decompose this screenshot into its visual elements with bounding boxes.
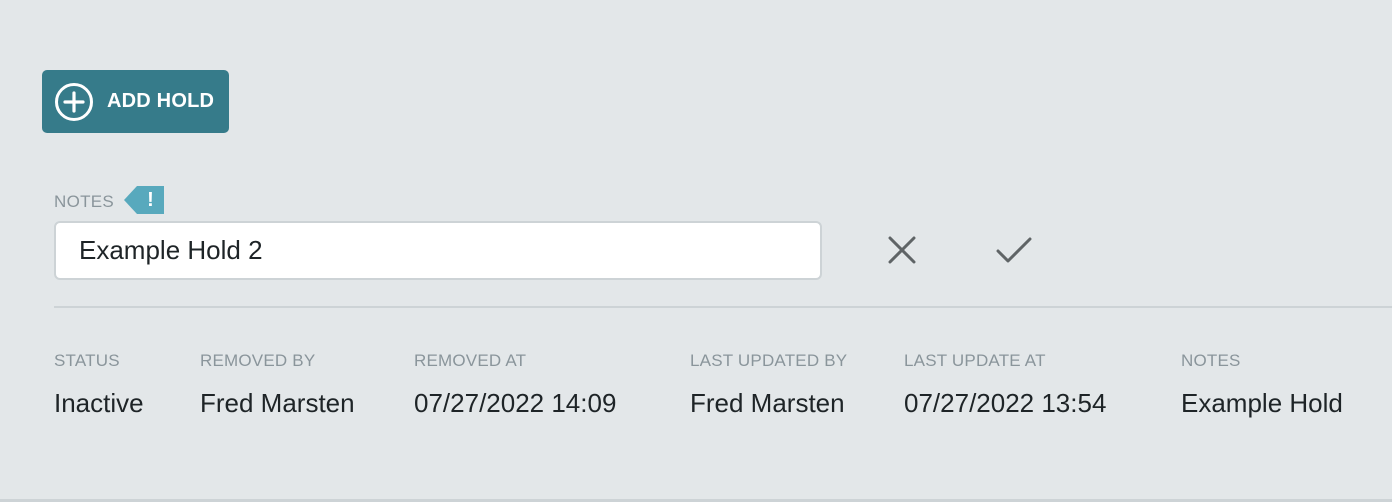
notes-column-label: NOTES: [1181, 351, 1241, 370]
notes-column: NOTES Example Hold: [1181, 351, 1343, 419]
checkmark-icon: [996, 237, 1032, 263]
notes-column-value: Example Hold: [1181, 388, 1343, 418]
confirm-edit-button[interactable]: [992, 228, 1036, 272]
notes-field-label: NOTES: [54, 192, 115, 211]
last-updated-by-label: LAST UPDATED BY: [690, 351, 848, 370]
last-updated-by-column: LAST UPDATED BY Fred Marsten: [690, 351, 847, 419]
cancel-edit-button[interactable]: [880, 228, 924, 272]
status-label: STATUS: [54, 351, 120, 370]
section-divider: [54, 306, 1392, 308]
close-icon: [888, 236, 916, 264]
removed-by-column: REMOVED BY Fred Marsten: [200, 351, 355, 419]
removed-by-value: Fred Marsten: [200, 388, 355, 418]
status-value: Inactive: [54, 388, 144, 418]
removed-at-label: REMOVED AT: [414, 351, 527, 370]
status-column: STATUS Inactive: [54, 351, 144, 419]
required-flag-text: !: [147, 189, 154, 211]
last-update-at-label: LAST UPDATE AT: [904, 351, 1046, 370]
removed-at-column: REMOVED AT 07/27/2022 14:09: [414, 351, 616, 419]
required-indicator: !: [124, 186, 164, 214]
notes-input[interactable]: [54, 221, 822, 280]
removed-by-label: REMOVED BY: [200, 351, 316, 370]
plus-circle-icon: [55, 82, 93, 121]
add-hold-button[interactable]: ADD HOLD: [42, 70, 229, 133]
add-hold-label: ADD HOLD: [107, 90, 215, 112]
last-update-at-column: LAST UPDATE AT 07/27/2022 13:54: [904, 351, 1106, 419]
removed-at-value: 07/27/2022 14:09: [414, 388, 617, 418]
last-update-at-value: 07/27/2022 13:54: [904, 388, 1107, 418]
last-updated-by-value: Fred Marsten: [690, 388, 845, 418]
